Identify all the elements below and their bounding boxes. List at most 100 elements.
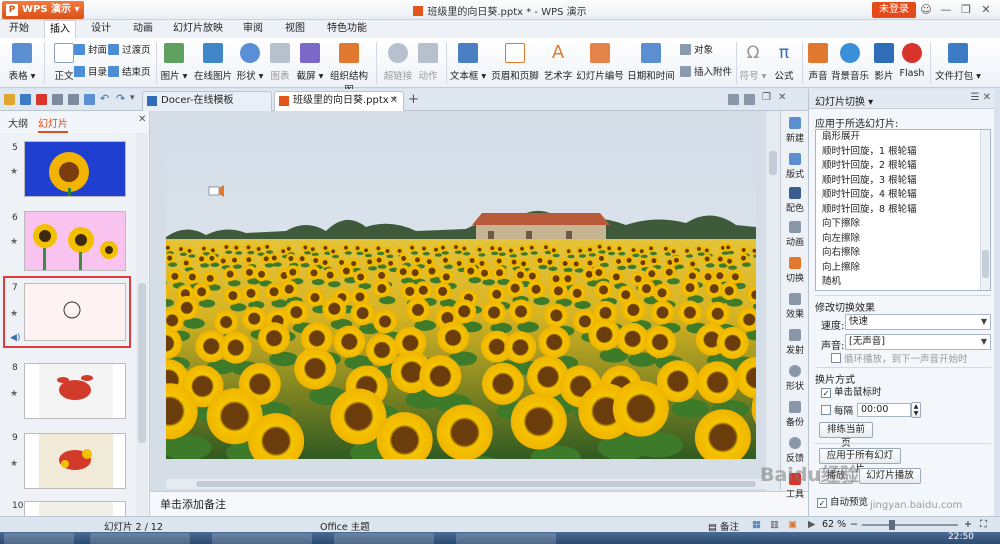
save-icon[interactable] bbox=[20, 94, 31, 105]
shapes-button[interactable]: 形状 ▾ bbox=[234, 40, 266, 86]
rail-color-scheme[interactable]: 配色 bbox=[781, 187, 809, 214]
rail-launch[interactable]: 发射 bbox=[781, 329, 809, 356]
loop-sound-checkbox[interactable]: 循环播放，到下一声音开始时 bbox=[831, 353, 968, 366]
zoom-level[interactable]: 62 % bbox=[822, 519, 846, 530]
slide-thumbnail-8[interactable] bbox=[24, 363, 126, 419]
effect-item[interactable]: 向下擦除 bbox=[816, 217, 990, 232]
effect-item[interactable]: 向左擦除 bbox=[816, 232, 990, 247]
action-button[interactable]: 动作 bbox=[414, 40, 442, 86]
table-button[interactable]: 表格 ▾ bbox=[2, 40, 42, 86]
tab-view[interactable]: 视图 bbox=[280, 20, 310, 38]
reading-view-icon[interactable]: ▣ bbox=[788, 519, 797, 530]
tab-list-icon[interactable] bbox=[744, 94, 755, 105]
help-icon[interactable]: ☺ bbox=[918, 2, 934, 18]
tab-slides[interactable]: 幻灯片 bbox=[38, 115, 68, 133]
symbol-button[interactable]: Ω 符号 ▾ bbox=[738, 40, 768, 86]
cover-button[interactable]: 封面 bbox=[74, 44, 107, 58]
taskbar-item[interactable] bbox=[212, 533, 312, 544]
open-folder-icon[interactable] bbox=[4, 94, 15, 105]
wordart-button[interactable]: A 艺术字 bbox=[540, 40, 576, 86]
auto-advance-checkbox[interactable]: 每隔 bbox=[821, 405, 853, 418]
minimize-icon[interactable]: — bbox=[938, 2, 954, 18]
rail-animation[interactable]: 动画 bbox=[781, 221, 809, 248]
sound-button[interactable]: 声音 bbox=[804, 40, 832, 86]
close-panel-icon[interactable]: ✕ bbox=[138, 114, 146, 125]
normal-view-icon[interactable]: ▦ bbox=[752, 519, 761, 530]
slide-thumbnail-6[interactable] bbox=[24, 211, 126, 271]
close-tab-icon[interactable]: ✕ bbox=[390, 92, 398, 110]
vertical-scrollbar[interactable] bbox=[766, 111, 780, 491]
effect-item[interactable]: 顺时针回旋，4 根轮辐 bbox=[816, 188, 990, 203]
taskbar-item[interactable] bbox=[90, 533, 190, 544]
formula-button[interactable]: π 公式 bbox=[770, 40, 798, 86]
insert-attachment-button[interactable]: 插入附件 bbox=[680, 66, 732, 80]
zoom-slider-thumb[interactable] bbox=[889, 520, 895, 530]
pane-title[interactable]: 幻灯片切换 bbox=[815, 97, 865, 108]
slide-sorter-icon[interactable]: ▥ bbox=[770, 519, 779, 530]
zoom-in-icon[interactable]: + bbox=[964, 519, 972, 530]
advance-time-input[interactable]: 00:00 bbox=[857, 403, 911, 417]
restore-icon[interactable]: ❐ bbox=[958, 2, 974, 18]
zoom-slider[interactable] bbox=[862, 524, 958, 526]
picture-button[interactable]: 图片 ▾ bbox=[158, 40, 190, 86]
flash-button[interactable]: Flash bbox=[898, 40, 926, 86]
time-stepper[interactable]: ▲ ▼ bbox=[911, 402, 921, 418]
window-close-icon[interactable]: ✕ bbox=[778, 92, 789, 103]
object-button[interactable]: 对象 bbox=[680, 44, 713, 58]
taskbar-item[interactable] bbox=[456, 533, 556, 544]
effect-item[interactable]: 顺时针回旋，8 根轮辐 bbox=[816, 203, 990, 218]
tab-insert[interactable]: 插入 bbox=[44, 20, 76, 38]
tab-current-document[interactable]: 班级里的向日葵.pptx * ✕ bbox=[274, 91, 404, 111]
scrollbar-thumb[interactable] bbox=[982, 250, 989, 278]
online-picture-button[interactable]: 在线图片 bbox=[192, 40, 234, 86]
slideshow-button[interactable]: 幻灯片播放 bbox=[859, 468, 921, 484]
transition-effect-list[interactable]: 扇形展开 顺时针回旋，1 根轮辐 顺时针回旋，2 根轮辐 顺时针回旋，3 根轮辐… bbox=[815, 129, 991, 291]
effect-item[interactable]: 扇形展开 bbox=[816, 130, 990, 145]
audio-speaker-icon[interactable] bbox=[208, 184, 228, 198]
rail-new[interactable]: 新建 bbox=[781, 117, 809, 144]
effect-list-scrollbar[interactable] bbox=[980, 130, 990, 290]
slide-thumbnail-5[interactable] bbox=[24, 141, 126, 197]
date-time-button[interactable]: 日期和时间 bbox=[626, 40, 676, 86]
effect-item[interactable]: 向上擦除 bbox=[816, 261, 990, 276]
tab-home[interactable]: 开始 bbox=[4, 20, 34, 38]
redo-icon[interactable]: ↷ bbox=[116, 92, 127, 105]
slideshow-view-icon[interactable]: ▶ bbox=[808, 519, 815, 530]
chart-button[interactable]: 图表 bbox=[266, 40, 294, 86]
pane-menu-icon[interactable]: ☰ bbox=[970, 92, 979, 103]
bg-music-button[interactable]: 背景音乐 bbox=[830, 40, 870, 86]
tab-review[interactable]: 审阅 bbox=[238, 20, 268, 38]
slide-thumbnail-7[interactable] bbox=[24, 283, 126, 341]
slide-thumbnail-10[interactable] bbox=[24, 501, 126, 516]
screenshot-button[interactable]: 截屏 ▾ bbox=[294, 40, 326, 86]
pin-icon[interactable] bbox=[728, 94, 739, 105]
effect-item[interactable]: 顺时针回旋，2 根轮辐 bbox=[816, 159, 990, 174]
pdf-icon[interactable] bbox=[36, 94, 47, 105]
fit-window-icon[interactable]: ⛶ bbox=[980, 519, 987, 530]
toc-button[interactable]: 目录 bbox=[74, 66, 107, 80]
format-painter-icon[interactable] bbox=[84, 94, 95, 105]
slide-number-button[interactable]: 幻灯片编号 bbox=[576, 40, 624, 86]
hyperlink-button[interactable]: 超链接 bbox=[380, 40, 416, 86]
auto-preview-checkbox[interactable]: ✓ 自动预览 bbox=[817, 497, 868, 509]
header-footer-button[interactable]: 页眉和页脚 bbox=[490, 40, 540, 86]
tab-animation[interactable]: 动画 bbox=[128, 20, 158, 38]
on-click-checkbox[interactable]: ✓ 单击鼠标时 bbox=[821, 387, 882, 399]
tab-docer-templates[interactable]: Docer-在线模板 bbox=[142, 91, 272, 111]
transition-page-button[interactable]: 过渡页 bbox=[108, 44, 151, 58]
sound-select[interactable]: [无声音] ▼ bbox=[845, 334, 991, 350]
speed-select[interactable]: 快速 ▼ bbox=[845, 314, 991, 330]
thumbnail-scrollbar[interactable] bbox=[136, 133, 148, 516]
rail-layout[interactable]: 版式 bbox=[781, 153, 809, 180]
undo-icon[interactable]: ↶ bbox=[100, 92, 111, 105]
window-restore-icon[interactable]: ❐ bbox=[762, 92, 773, 103]
rail-backup[interactable]: 备份 bbox=[781, 401, 809, 428]
login-button[interactable]: 未登录 bbox=[872, 2, 916, 18]
rail-shapes[interactable]: 形状 bbox=[781, 365, 809, 392]
rail-transition[interactable]: 切换 bbox=[781, 257, 809, 284]
start-button[interactable] bbox=[4, 533, 74, 544]
slide-thumbnail-9[interactable] bbox=[24, 433, 126, 489]
org-chart-button[interactable]: 组织结构图 bbox=[326, 40, 372, 96]
rail-effect[interactable]: 效果 bbox=[781, 293, 809, 320]
horizontal-scrollbar[interactable] bbox=[166, 479, 776, 489]
